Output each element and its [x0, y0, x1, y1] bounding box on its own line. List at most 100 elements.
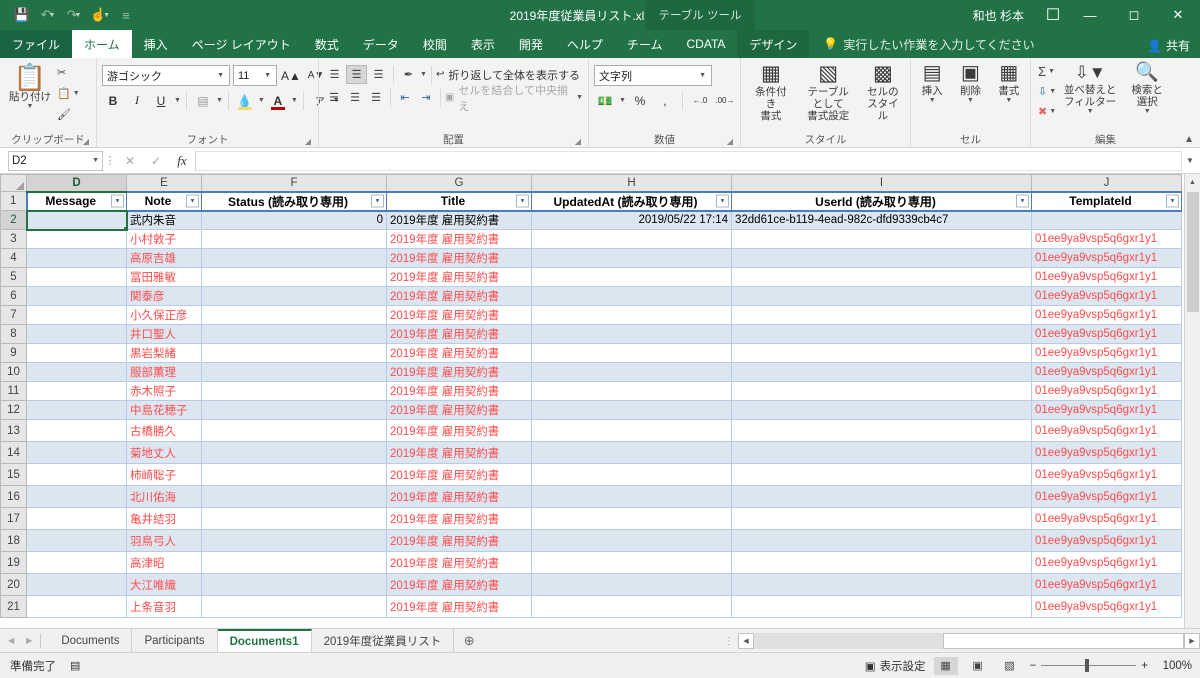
cell-Message-10[interactable]: [27, 363, 127, 382]
cell-TemplateId-16[interactable]: 01ee9ya9vsp5q6gxr1y1: [1032, 486, 1182, 508]
tab-page-layout[interactable]: ページ レイアウト: [180, 30, 303, 58]
chevron-down-icon[interactable]: ▼: [258, 97, 265, 104]
find-select-button[interactable]: 🔍 検索と 選択 ▼: [1124, 62, 1170, 117]
cell-Message-17[interactable]: [27, 508, 127, 530]
cell-Message-2[interactable]: [27, 211, 127, 230]
touch-mode-icon[interactable]: ☝▼: [88, 4, 112, 26]
table-row[interactable]: 16北川佑海2019年度 雇用契約書01ee9ya9vsp5q6gxr1y1: [1, 486, 1182, 508]
row-header-3[interactable]: 3: [1, 230, 27, 249]
cell-Note-4[interactable]: 高原吉雄: [127, 249, 202, 268]
align-middle-button[interactable]: ☰: [346, 65, 367, 84]
tab-insert[interactable]: 挿入: [132, 30, 180, 58]
tab-view[interactable]: 表示: [459, 30, 507, 58]
cell-Note-7[interactable]: 小久保正彦: [127, 306, 202, 325]
cell-UpdatedAt-5[interactable]: [532, 268, 732, 287]
cell-UpdatedAt-8[interactable]: [532, 325, 732, 344]
fill-button[interactable]: ⇩▼: [1038, 82, 1056, 100]
cell-TemplateId-6[interactable]: 01ee9ya9vsp5q6gxr1y1: [1032, 287, 1182, 306]
close-button[interactable]: ✕: [1156, 0, 1200, 30]
row-header-19[interactable]: 19: [1, 552, 27, 574]
cell-Status-16[interactable]: [202, 486, 387, 508]
cell-TemplateId-3[interactable]: 01ee9ya9vsp5q6gxr1y1: [1032, 230, 1182, 249]
cell-Status-6[interactable]: [202, 287, 387, 306]
column-header-H[interactable]: H: [532, 175, 732, 192]
page-break-view-button[interactable]: ▧: [998, 657, 1022, 675]
cell-Message-12[interactable]: [27, 401, 127, 420]
decrease-indent-button[interactable]: ⇤: [395, 88, 415, 107]
cell-UpdatedAt-9[interactable]: [532, 344, 732, 363]
chevron-down-icon[interactable]: ▼: [291, 97, 298, 104]
cell-UpdatedAt-4[interactable]: [532, 249, 732, 268]
ribbon-display-options-icon[interactable]: ☐: [1038, 0, 1068, 30]
underline-button[interactable]: U: [150, 90, 172, 111]
cell-TemplateId-21[interactable]: 01ee9ya9vsp5q6gxr1y1: [1032, 596, 1182, 618]
tab-file[interactable]: ファイル: [0, 30, 72, 58]
row-header-17[interactable]: 17: [1, 508, 27, 530]
cut-button[interactable]: ✂: [57, 63, 80, 81]
cancel-entry-icon[interactable]: ✕: [117, 150, 143, 172]
table-row[interactable]: 10服部薫理2019年度 雇用契約書01ee9ya9vsp5q6gxr1y1: [1, 363, 1182, 382]
cell-UserId-8[interactable]: [732, 325, 1032, 344]
scroll-up-icon[interactable]: ▲: [1185, 174, 1200, 190]
cell-UpdatedAt-10[interactable]: [532, 363, 732, 382]
table-row[interactable]: 17亀井結羽2019年度 雇用契約書01ee9ya9vsp5q6gxr1y1: [1, 508, 1182, 530]
cell-Title-17[interactable]: 2019年度 雇用契約書: [387, 508, 532, 530]
cell-Status-12[interactable]: [202, 401, 387, 420]
cell-Title-3[interactable]: 2019年度 雇用契約書: [387, 230, 532, 249]
alignment-dialog-launcher[interactable]: ◢: [575, 137, 581, 146]
scroll-split-handle[interactable]: ⋮: [720, 636, 738, 647]
font-size-combo[interactable]: 11 ▼: [233, 65, 277, 86]
align-top-button[interactable]: ☰: [324, 65, 345, 84]
row-header-16[interactable]: 16: [1, 486, 27, 508]
font-dialog-launcher[interactable]: ◢: [305, 137, 311, 146]
cell-Note-21[interactable]: 上条音羽: [127, 596, 202, 618]
page-layout-view-button[interactable]: ▣: [966, 657, 990, 675]
cell-UserId-13[interactable]: [732, 420, 1032, 442]
cell-TemplateId-14[interactable]: 01ee9ya9vsp5q6gxr1y1: [1032, 442, 1182, 464]
clipboard-dialog-launcher[interactable]: ◢: [83, 137, 89, 146]
copy-button[interactable]: 📋▼: [57, 84, 80, 102]
tab-formulas[interactable]: 数式: [303, 30, 351, 58]
row-header-12[interactable]: 12: [1, 401, 27, 420]
percent-format-button[interactable]: %: [629, 90, 651, 111]
cell-Status-2[interactable]: 0: [202, 211, 387, 230]
font-color-button[interactable]: A: [267, 90, 289, 111]
table-row[interactable]: 20大江唯織2019年度 雇用契約書01ee9ya9vsp5q6gxr1y1: [1, 574, 1182, 596]
row-header-1[interactable]: 1: [1, 192, 27, 211]
cell-Status-13[interactable]: [202, 420, 387, 442]
cell-UserId-5[interactable]: [732, 268, 1032, 287]
cell-TemplateId-4[interactable]: 01ee9ya9vsp5q6gxr1y1: [1032, 249, 1182, 268]
customize-qat-icon[interactable]: ≡: [114, 4, 138, 26]
cell-Status-19[interactable]: [202, 552, 387, 574]
cell-TemplateId-20[interactable]: 01ee9ya9vsp5q6gxr1y1: [1032, 574, 1182, 596]
zoom-out-button[interactable]: −: [1030, 660, 1037, 672]
row-header-10[interactable]: 10: [1, 363, 27, 382]
cell-Status-10[interactable]: [202, 363, 387, 382]
cell-Status-21[interactable]: [202, 596, 387, 618]
cell-TemplateId-8[interactable]: 01ee9ya9vsp5q6gxr1y1: [1032, 325, 1182, 344]
cell-Message-15[interactable]: [27, 464, 127, 486]
cell-Note-9[interactable]: 黒岩梨緒: [127, 344, 202, 363]
cell-Status-7[interactable]: [202, 306, 387, 325]
align-bottom-button[interactable]: ☰: [368, 65, 389, 84]
tab-home[interactable]: ホーム: [72, 30, 132, 58]
conditional-formatting-button[interactable]: ▦ 条件付き 書式: [746, 62, 796, 123]
row-header-6[interactable]: 6: [1, 287, 27, 306]
cell-Note-8[interactable]: 井口聖人: [127, 325, 202, 344]
sheet-tab-participants[interactable]: Participants: [132, 629, 217, 653]
cell-TemplateId-11[interactable]: 01ee9ya9vsp5q6gxr1y1: [1032, 382, 1182, 401]
tab-help[interactable]: ヘルプ: [555, 30, 615, 58]
insert-cells-button[interactable]: ▤ 挿入 ▼: [916, 62, 948, 106]
save-icon[interactable]: 💾: [10, 4, 34, 26]
cell-Title-16[interactable]: 2019年度 雇用契約書: [387, 486, 532, 508]
zoom-in-button[interactable]: +: [1141, 660, 1148, 672]
cell-TemplateId-5[interactable]: 01ee9ya9vsp5q6gxr1y1: [1032, 268, 1182, 287]
column-header-E[interactable]: E: [127, 175, 202, 192]
tab-design[interactable]: デザイン: [737, 30, 809, 58]
row-header-20[interactable]: 20: [1, 574, 27, 596]
accounting-format-button[interactable]: 💵: [594, 90, 616, 111]
cell-UserId-2[interactable]: 32dd61ce-b119-4ead-982c-dfd9339cb4c7: [732, 211, 1032, 230]
cell-Message-6[interactable]: [27, 287, 127, 306]
cell-Status-20[interactable]: [202, 574, 387, 596]
cell-UserId-19[interactable]: [732, 552, 1032, 574]
